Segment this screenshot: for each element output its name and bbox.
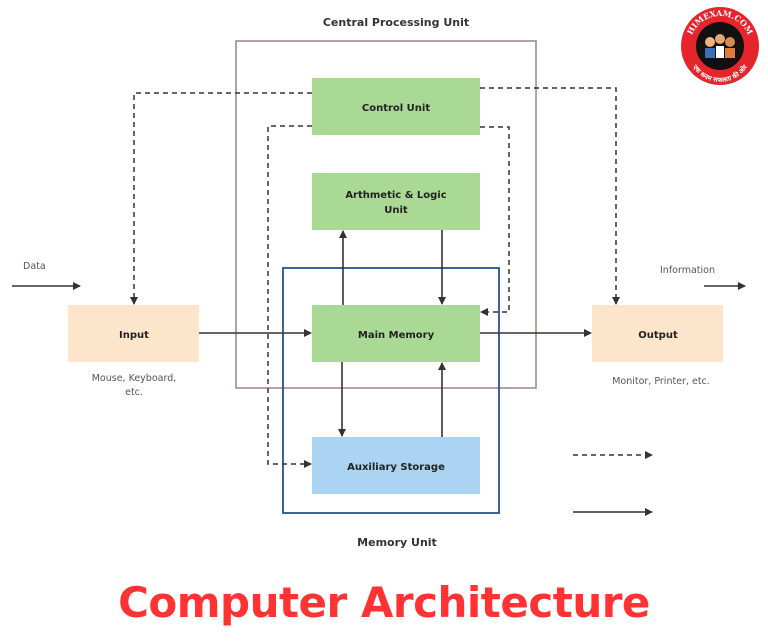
data-label: Data	[23, 261, 46, 272]
input-caption-line1: Mouse, Keyboard,	[92, 373, 177, 384]
input-caption-line2: etc.	[125, 387, 143, 398]
control-to-storage-arrow	[267, 125, 312, 468]
auxiliary-storage-node[interactable]: Auxiliary Storage	[312, 437, 480, 494]
student-figure-icon	[715, 34, 725, 44]
alu-node[interactable]: Arthmetic & Logic Unit	[312, 173, 480, 230]
main-memory-label: Main Memory	[358, 330, 435, 341]
control-unit-label: Control Unit	[362, 103, 430, 114]
input-label: Input	[119, 330, 149, 341]
control-to-memory-arrow	[480, 126, 510, 316]
output-label: Output	[638, 330, 678, 341]
legend	[573, 451, 653, 516]
student-figure-icon	[725, 37, 735, 47]
page-title: Computer Architecture	[118, 578, 650, 627]
control-unit-node[interactable]: Control Unit	[312, 78, 480, 135]
output-caption: Monitor, Printer, etc.	[612, 376, 710, 387]
auxiliary-storage-label: Auxiliary Storage	[347, 462, 445, 473]
control-to-input-arrow	[130, 92, 312, 305]
information-label: Information	[660, 265, 715, 276]
cpu-group-label: Central Processing Unit	[323, 16, 469, 29]
alu-label-line2: Unit	[384, 205, 408, 216]
output-node[interactable]: Output	[592, 305, 723, 362]
alu-label-line1: Arthmetic & Logic	[345, 190, 446, 201]
input-node[interactable]: Input	[68, 305, 199, 362]
control-to-output-arrow	[480, 87, 620, 305]
memory-group-label: Memory Unit	[357, 536, 437, 549]
architecture-diagram: Central Processing Unit Memory Unit Cont…	[12, 16, 746, 549]
student-figure-icon	[705, 37, 715, 47]
main-memory-node[interactable]: Main Memory	[312, 305, 480, 362]
himexam-logo: HIMEXAM.COM एक कदम सफलता की ओर	[681, 7, 759, 85]
